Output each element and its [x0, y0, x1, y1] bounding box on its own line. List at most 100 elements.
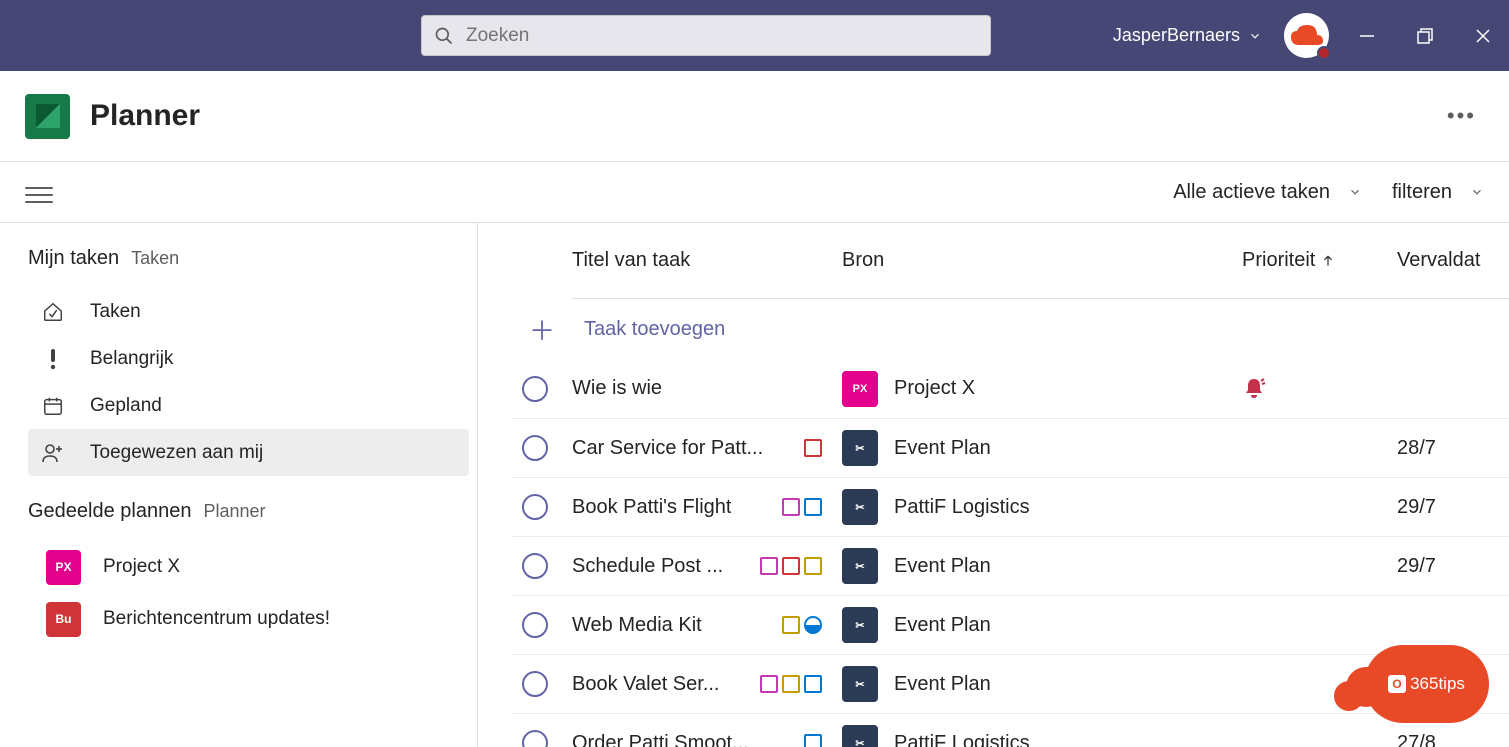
col-title[interactable]: Titel van taak	[572, 249, 842, 272]
task-row[interactable]: Car Service for Patt... ✂ Event Plan 28/…	[512, 418, 1509, 477]
task-checkbox[interactable]	[522, 671, 548, 697]
person-icon	[40, 440, 66, 466]
sidebar-heading-main: Gedeelde plannen	[28, 500, 191, 523]
task-source-cell: ✂ Event Plan	[842, 430, 1242, 466]
task-title-cell: Web Media Kit	[572, 614, 842, 637]
window-controls	[1357, 26, 1493, 46]
tag-icon	[760, 557, 778, 575]
app-header: Planner •••	[0, 71, 1509, 162]
task-checkbox[interactable]	[522, 494, 548, 520]
calendar-icon	[40, 393, 66, 419]
task-tags	[804, 734, 842, 747]
col-priority[interactable]: Prioriteit	[1242, 249, 1397, 272]
tag-icon	[782, 498, 800, 516]
task-title-cell: Book Valet Ser...	[572, 673, 842, 696]
tag-icon	[804, 439, 822, 457]
window-titlebar: JasperBernaers	[0, 0, 1509, 71]
user-menu[interactable]: JasperBernaers	[1113, 25, 1262, 46]
task-checkbox[interactable]	[522, 730, 548, 747]
task-row[interactable]: Order Patti Smoot... ✂ PattiF Logistics …	[512, 713, 1509, 747]
task-title: Order Patti Smoot...	[572, 732, 749, 747]
task-row[interactable]: Schedule Post ... ✂ Event Plan 29/7	[512, 536, 1509, 595]
task-title: Book Patti's Flight	[572, 496, 731, 519]
task-checkbox[interactable]	[522, 553, 548, 579]
presence-badge	[1317, 46, 1331, 60]
bell-icon	[1242, 377, 1266, 401]
task-title-cell: Schedule Post ...	[572, 555, 842, 578]
task-title: Web Media Kit	[572, 614, 702, 637]
add-task-row[interactable]: ＋ Taak toevoegen	[522, 299, 1509, 359]
tag-icon	[782, 557, 800, 575]
task-due-cell: 28/7	[1397, 437, 1509, 460]
task-row[interactable]: Book Patti's Flight ✂ PattiF Logistics 2…	[512, 477, 1509, 536]
task-due-cell: 29/7	[1397, 555, 1509, 578]
chevron-down-icon	[1248, 29, 1262, 43]
task-source-cell: ✂ Event Plan	[842, 607, 1242, 643]
chevron-down-icon	[1348, 185, 1362, 199]
avatar-cloud-icon	[1291, 25, 1323, 47]
search-box[interactable]	[421, 15, 991, 56]
task-tags	[760, 675, 842, 693]
task-due-cell: 29/7	[1397, 496, 1509, 519]
source-name: Event Plan	[894, 673, 991, 696]
source-icon: ✂	[842, 548, 878, 584]
important-icon	[40, 346, 66, 372]
task-source-cell: PX Project X	[842, 371, 1242, 407]
sidebar-item-important[interactable]: Belangrijk	[28, 335, 469, 382]
task-tags	[760, 557, 842, 575]
sidebar-plan-item[interactable]: BuBerichtencentrum updates!	[28, 593, 469, 645]
avatar[interactable]	[1284, 13, 1329, 58]
tag-icon	[804, 557, 822, 575]
sidebar-item-assigned[interactable]: Toegewezen aan mij	[28, 429, 469, 476]
minimize-button[interactable]	[1357, 26, 1377, 46]
sidebar-item-planned[interactable]: Gepland	[28, 382, 469, 429]
sidebar-item-label: Taken	[90, 301, 141, 323]
sidebar-item-label: Toegewezen aan mij	[90, 442, 263, 464]
task-checkbox[interactable]	[522, 612, 548, 638]
task-title: Schedule Post ...	[572, 555, 723, 578]
task-title: Wie is wie	[572, 377, 662, 400]
search-icon	[434, 26, 454, 46]
sidebar-item-tasks[interactable]: Taken	[28, 288, 469, 335]
planner-app-icon	[25, 94, 70, 139]
tag-icon	[782, 675, 800, 693]
maximize-button[interactable]	[1415, 26, 1435, 46]
main-area: Mijn taken Taken Taken Belangrijk Geplan…	[0, 223, 1509, 747]
source-name: Event Plan	[894, 614, 991, 637]
close-button[interactable]	[1473, 26, 1493, 46]
task-title-cell: Book Patti's Flight	[572, 496, 842, 519]
task-row[interactable]: Wie is wie PX Project X	[512, 359, 1509, 418]
sidebar-heading-main: Mijn taken	[28, 247, 119, 270]
filter-dropdown[interactable]: filteren	[1392, 181, 1484, 204]
search-input[interactable]	[466, 25, 978, 47]
more-options-button[interactable]: •••	[1439, 95, 1484, 137]
task-tags	[804, 439, 842, 457]
task-source-cell: ✂ Event Plan	[842, 548, 1242, 584]
add-task-label: Taak toevoegen	[584, 318, 725, 341]
task-checkbox[interactable]	[522, 376, 548, 402]
col-source[interactable]: Bron	[842, 249, 1242, 272]
tag-progress-icon	[804, 616, 822, 634]
task-row[interactable]: Web Media Kit ✂ Event Plan	[512, 595, 1509, 654]
plan-icon: PX	[46, 550, 81, 585]
active-tasks-dropdown[interactable]: Alle actieve taken	[1173, 181, 1362, 204]
col-due[interactable]: Vervaldat	[1397, 249, 1509, 272]
sidebar-item-label: Gepland	[90, 395, 162, 417]
plan-icon: Bu	[46, 602, 81, 637]
active-tasks-label: Alle actieve taken	[1173, 181, 1330, 204]
filter-label: filteren	[1392, 181, 1452, 204]
toolbar: Alle actieve taken filteren	[0, 162, 1509, 223]
task-checkbox[interactable]	[522, 435, 548, 461]
sidebar-heading-shared: Gedeelde plannen Planner	[28, 500, 469, 523]
sidebar-heading-sub: Planner	[203, 501, 265, 522]
tag-icon	[760, 675, 778, 693]
sort-asc-icon	[1321, 254, 1335, 268]
source-name: PattiF Logistics	[894, 732, 1030, 747]
sidebar-item-label: Belangrijk	[90, 348, 173, 370]
sidebar: Mijn taken Taken Taken Belangrijk Geplan…	[0, 223, 478, 747]
task-tags	[782, 498, 842, 516]
source-icon: PX	[842, 371, 878, 407]
hamburger-button[interactable]	[25, 182, 53, 202]
task-source-cell: ✂ PattiF Logistics	[842, 489, 1242, 525]
sidebar-plan-item[interactable]: PXProject X	[28, 541, 469, 593]
